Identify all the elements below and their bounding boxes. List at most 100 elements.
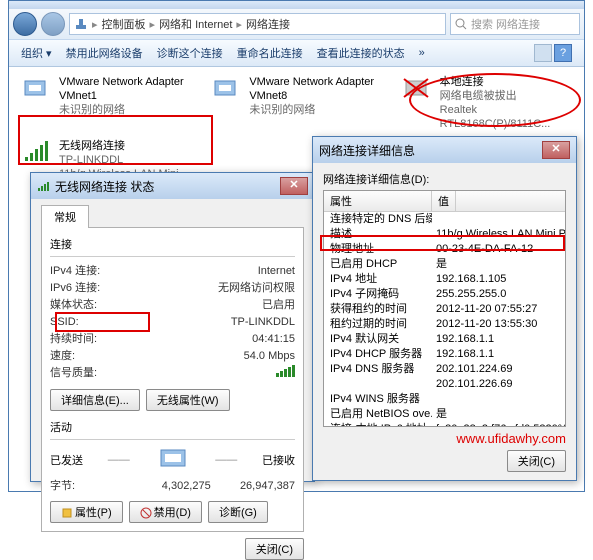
property-name: 获得租约的时间	[324, 302, 432, 317]
more-button[interactable]: »	[413, 45, 431, 61]
details-row[interactable]: 连接-本地 IPv6 地址fe80::38e3:f76:cfd0:5820%13	[324, 422, 565, 427]
label: IPv6 连接:	[50, 280, 150, 297]
col-value[interactable]: 值	[432, 191, 456, 211]
wireless-status-dialog: 无线网络连接 状态 ✕ 常规 连接 IPv4 连接:Internet IPv6 …	[30, 172, 315, 482]
value: 无网络访问权限	[150, 280, 295, 297]
adapter-vmnet8[interactable]: VMware Network Adapter VMnet8 未识别的网络	[211, 75, 381, 131]
details-row[interactable]: IPv4 DNS 服务器202.101.224.69	[324, 362, 565, 377]
property-name: 已启用 DHCP	[324, 257, 432, 272]
details-row[interactable]: 连接特定的 DNS 后缀	[324, 212, 565, 227]
col-property[interactable]: 属性	[324, 191, 432, 211]
property-name: 连接-本地 IPv6 地址	[324, 422, 432, 427]
dialog-titlebar[interactable]: 网络连接详细信息 ✕	[313, 137, 576, 163]
label: 媒体状态:	[50, 297, 150, 314]
details-button[interactable]: 详细信息(E)...	[50, 389, 140, 411]
value: 04:41:15	[150, 331, 295, 348]
details-row[interactable]: IPv4 默认网关192.168.1.1	[324, 332, 565, 347]
details-row[interactable]: 已启用 NetBIOS ove...是	[324, 407, 565, 422]
property-name: 物理地址	[324, 242, 432, 257]
diagnose-button[interactable]: 诊断(G)	[208, 501, 268, 523]
property-value: 192.168.1.105	[432, 272, 565, 287]
property-name: 租约过期的时间	[324, 317, 432, 332]
network-icon	[74, 17, 88, 31]
wireless-properties-button[interactable]: 无线属性(W)	[146, 389, 230, 411]
bytes-received: 26,947,387	[223, 478, 296, 495]
help-icon: ?	[554, 44, 572, 62]
details-row[interactable]: 描述11b/g Wireless LAN Mini PCI Ex	[324, 227, 565, 242]
received-label: 已接收	[262, 452, 295, 468]
details-label: 网络连接详细信息(D):	[323, 171, 566, 187]
navigation-bar: ▸ 控制面板 ▸ 网络和 Internet ▸ 网络连接 搜索 网络连接	[9, 9, 584, 39]
close-button[interactable]: ✕	[542, 141, 570, 159]
properties-icon	[61, 507, 73, 519]
dialog-title-text: 网络连接详细信息	[319, 142, 415, 159]
label: IPv4 连接:	[50, 263, 150, 280]
adapter-name: 本地连接	[440, 75, 572, 89]
wifi-icon	[21, 139, 53, 167]
back-button[interactable]	[13, 12, 37, 36]
details-row[interactable]: 已启用 DHCP是	[324, 257, 565, 272]
property-value: 2012-11-20 07:55:27	[432, 302, 565, 317]
property-value: 255.255.255.0	[432, 287, 565, 302]
dialog-title-text: 无线网络连接 状态	[55, 178, 154, 195]
value: Internet	[150, 263, 295, 280]
property-value: 192.168.1.1	[432, 347, 565, 362]
details-row[interactable]: IPv4 子网掩码255.255.255.0	[324, 287, 565, 302]
adapter-vmnet1[interactable]: VMware Network Adapter VMnet1 未识别的网络	[21, 75, 191, 131]
disable-icon	[140, 507, 152, 519]
adapter-sub: VMnet8	[249, 89, 374, 103]
details-row[interactable]: 租约过期的时间2012-11-20 13:55:30	[324, 317, 565, 332]
label: 字节:	[50, 478, 150, 495]
property-name	[324, 377, 432, 392]
label: 信号质量:	[50, 365, 150, 383]
property-value: 是	[432, 407, 565, 422]
wifi-icon	[37, 179, 51, 193]
organize-menu[interactable]: 组织 ▾	[15, 43, 58, 63]
property-name: 连接特定的 DNS 后缀	[324, 212, 432, 227]
breadcrumb-item[interactable]: 控制面板	[102, 16, 146, 32]
value: TP-LINKDDL	[150, 314, 295, 331]
close-button[interactable]: 关闭(C)	[507, 450, 566, 472]
adapter-sub: VMnet1	[59, 89, 184, 103]
tabs: 常规	[41, 205, 304, 228]
adapter-local[interactable]: 本地连接 网络电缆被拔出 Realtek RTL8168C(P)/8111C..…	[402, 75, 572, 131]
rename-button[interactable]: 重命名此连接	[231, 43, 309, 63]
property-value: fe80::38e3:f76:cfd0:5820%13	[432, 422, 565, 427]
forward-button[interactable]	[41, 12, 65, 36]
details-header: 属性 值	[324, 191, 565, 212]
property-value: 00-23-4E-DA-FA-12	[432, 242, 565, 257]
signal-bars-icon	[276, 365, 295, 377]
properties-button[interactable]: 属性(P)	[50, 501, 123, 523]
details-row[interactable]: IPv4 地址192.168.1.105	[324, 272, 565, 287]
details-row[interactable]: IPv4 WINS 服务器	[324, 392, 565, 407]
search-icon	[455, 18, 467, 30]
dialog-titlebar[interactable]: 无线网络连接 状态 ✕	[31, 173, 314, 199]
adapter-device: Realtek RTL8168C(P)/8111C...	[440, 103, 572, 131]
breadcrumb-item[interactable]: 网络连接	[246, 16, 290, 32]
breadcrumb-item[interactable]: 网络和 Internet	[159, 16, 232, 32]
sent-label: 已发送	[50, 452, 83, 468]
property-value	[432, 212, 565, 227]
search-input[interactable]: 搜索 网络连接	[450, 13, 580, 35]
property-name: IPv4 WINS 服务器	[324, 392, 432, 407]
property-value: 192.168.1.1	[432, 332, 565, 347]
diagnose-button[interactable]: 诊断这个连接	[151, 43, 229, 63]
property-name: IPv4 默认网关	[324, 332, 432, 347]
property-name: IPv4 DHCP 服务器	[324, 347, 432, 362]
adapter-name: 无线网络连接	[59, 139, 196, 153]
view-icon	[534, 44, 552, 62]
disable-button[interactable]: 禁用(D)	[129, 501, 202, 523]
breadcrumb[interactable]: ▸ 控制面板 ▸ 网络和 Internet ▸ 网络连接	[69, 13, 446, 35]
details-row[interactable]: 物理地址00-23-4E-DA-FA-12	[324, 242, 565, 257]
close-button[interactable]: ✕	[280, 177, 308, 195]
details-row[interactable]: IPv4 DHCP 服务器192.168.1.1	[324, 347, 565, 362]
close-button[interactable]: 关闭(C)	[245, 538, 304, 560]
disable-device-button[interactable]: 禁用此网络设备	[60, 43, 149, 63]
view-options[interactable]: ?	[528, 42, 578, 64]
details-row[interactable]: 202.101.226.69	[324, 377, 565, 392]
property-name: IPv4 地址	[324, 272, 432, 287]
adapter-icon	[21, 75, 53, 103]
details-row[interactable]: 获得租约的时间2012-11-20 07:55:27	[324, 302, 565, 317]
view-status-button[interactable]: 查看此连接的状态	[311, 43, 411, 63]
tab-general[interactable]: 常规	[41, 205, 89, 228]
